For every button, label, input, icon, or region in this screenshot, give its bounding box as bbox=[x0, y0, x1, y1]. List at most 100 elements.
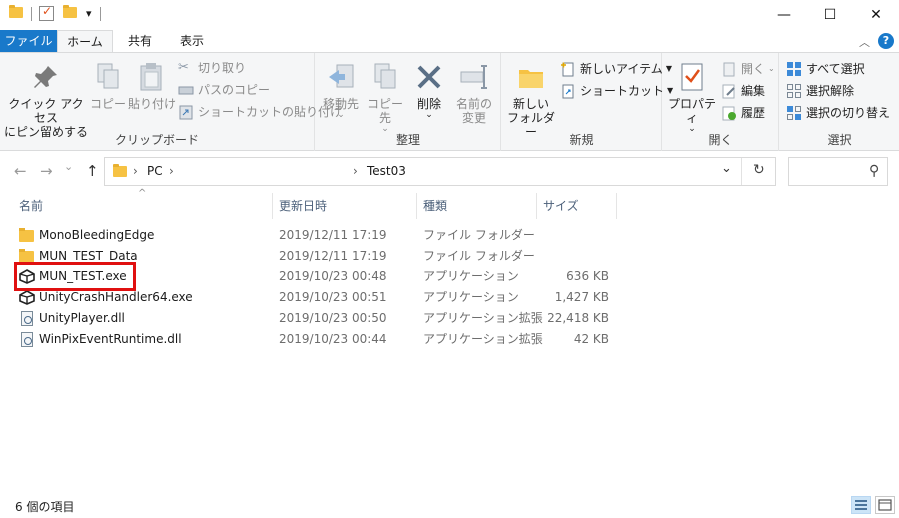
new-item-label: 新しいアイテム bbox=[580, 62, 663, 76]
large-icons-view-button[interactable] bbox=[875, 496, 895, 514]
minimize-button[interactable]: — bbox=[761, 0, 807, 30]
details-view-icon bbox=[855, 500, 867, 510]
paste-shortcut-icon bbox=[178, 104, 194, 120]
easy-access-button[interactable]: ショートカット ▼ bbox=[560, 81, 673, 101]
properties-check-icon[interactable]: ✓ bbox=[39, 4, 54, 21]
invert-selection-label: 選択の切り替え bbox=[806, 106, 891, 120]
file-size: 42 KB bbox=[573, 332, 609, 346]
breadcrumb-sep-1[interactable]: › bbox=[133, 164, 138, 178]
back-button[interactable]: ← bbox=[14, 162, 27, 180]
new-group: 新しい フォルダー 新しいアイテム ▼ ショートカット ▼ 新規 bbox=[502, 53, 673, 151]
select-all-icon bbox=[786, 61, 802, 77]
pin-icon bbox=[30, 61, 62, 93]
delete-button[interactable]: 削除 ⌄ bbox=[412, 57, 446, 120]
new-folder-button[interactable]: 新しい フォルダー bbox=[504, 57, 558, 139]
file-name: UnityPlayer.dll bbox=[39, 311, 125, 325]
breadcrumb-folder[interactable]: Test03 bbox=[367, 164, 406, 178]
clipboard-group-label: クリップボード bbox=[114, 133, 199, 147]
select-all-button[interactable]: すべて選択 bbox=[786, 59, 865, 79]
properties-label: プロパティ bbox=[667, 97, 716, 125]
paste-label: 貼り付け bbox=[128, 97, 177, 111]
history-button[interactable]: 履歴 bbox=[721, 103, 765, 123]
search-icon[interactable]: ⚲ bbox=[869, 163, 879, 179]
copy-path-icon bbox=[178, 82, 194, 98]
title-bar: ✓ ▾ — ☐ ✕ bbox=[0, 0, 899, 30]
file-row[interactable]: MonoBleedingEdge 2019/12/11 17:19 ファイル フ… bbox=[15, 225, 615, 246]
open-group: プロパティ ⌄ 開く ⌄ 編集 履歴 開く bbox=[663, 53, 779, 151]
select-none-icon bbox=[786, 83, 802, 99]
copy-path-label: パスのコピー bbox=[198, 83, 271, 97]
tab-file[interactable]: ファイル bbox=[0, 30, 57, 52]
forward-button[interactable]: → bbox=[40, 162, 53, 180]
help-icon[interactable]: ? bbox=[878, 33, 894, 49]
file-date: 2019/12/11 17:19 bbox=[279, 249, 387, 263]
quick-access-dropdown[interactable]: ▾ bbox=[86, 7, 92, 20]
pin-quick-access-button[interactable]: クイック アクセス にピン留めする bbox=[4, 57, 88, 139]
new-folder-label-1: 新しい bbox=[512, 97, 549, 111]
tab-view[interactable]: 表示 bbox=[170, 30, 214, 52]
open-dropdown-icon: ⌄ bbox=[768, 64, 775, 73]
clipboard-group: クイック アクセス にピン留めする コピー 貼り付け ✂ 切り取り パスのコピー… bbox=[0, 53, 342, 151]
paste-button[interactable]: 貼り付け bbox=[128, 57, 176, 111]
new-folder-icon[interactable] bbox=[63, 5, 77, 18]
collapse-ribbon-icon[interactable]: ︿ bbox=[859, 34, 870, 50]
new-item-icon bbox=[560, 61, 576, 77]
up-button[interactable]: ↑ bbox=[86, 162, 99, 180]
copy-button[interactable]: コピー bbox=[90, 57, 126, 111]
column-header-date[interactable]: 更新日時 bbox=[273, 193, 417, 219]
pin-label-1: クイック アクセス bbox=[8, 97, 84, 125]
rename-icon bbox=[458, 61, 490, 93]
file-date: 2019/10/23 00:51 bbox=[279, 290, 387, 304]
rename-button[interactable]: 名前の 変更 bbox=[452, 57, 496, 125]
large-icons-view-icon bbox=[878, 499, 892, 511]
history-icon bbox=[721, 105, 737, 121]
breadcrumb-pc[interactable]: PC bbox=[147, 164, 163, 178]
copy-to-label: コピー先 bbox=[366, 97, 403, 125]
dll-icon bbox=[19, 332, 35, 347]
shortcut-label: ショートカット bbox=[580, 84, 665, 98]
open-group-label: 開く bbox=[708, 133, 733, 147]
open-button[interactable]: 開く ⌄ bbox=[721, 59, 775, 79]
file-type: アプリケーション拡張 bbox=[423, 332, 543, 346]
invert-selection-button[interactable]: 選択の切り替え bbox=[786, 103, 890, 123]
file-name: MonoBleedingEdge bbox=[39, 228, 155, 242]
cut-label: 切り取り bbox=[198, 61, 247, 75]
cut-button[interactable]: ✂ 切り取り bbox=[178, 58, 246, 78]
column-header-type[interactable]: 種類 bbox=[417, 193, 537, 219]
copy-path-button[interactable]: パスのコピー bbox=[178, 80, 270, 100]
column-header-size[interactable]: サイズ bbox=[537, 193, 617, 219]
copy-to-icon bbox=[369, 61, 401, 93]
select-group-label: 選択 bbox=[827, 133, 852, 147]
select-none-button[interactable]: 選択解除 bbox=[786, 81, 854, 101]
dll-icon bbox=[19, 311, 35, 326]
address-dropdown-button[interactable]: ⌄ bbox=[721, 161, 732, 176]
maximize-button[interactable]: ☐ bbox=[807, 0, 853, 30]
details-view-button[interactable] bbox=[851, 496, 871, 514]
move-to-label: 移動先 bbox=[322, 97, 359, 111]
close-button[interactable]: ✕ bbox=[853, 0, 899, 30]
breadcrumb-sep-3[interactable]: › bbox=[353, 164, 358, 178]
move-to-button[interactable]: 移動先 ⌄ bbox=[320, 57, 362, 120]
file-type: ファイル フォルダー bbox=[423, 249, 535, 263]
copy-to-button[interactable]: コピー先 ⌄ bbox=[364, 57, 406, 134]
refresh-button[interactable]: ↻ bbox=[753, 162, 765, 178]
organize-group-label: 整理 bbox=[395, 133, 420, 147]
edit-button[interactable]: 編集 bbox=[721, 81, 765, 101]
address-folder-icon bbox=[113, 164, 127, 177]
folder-icon bbox=[19, 228, 35, 243]
search-box[interactable]: ⚲ bbox=[788, 157, 888, 186]
select-group: すべて選択 選択解除 選択の切り替え 選択 bbox=[780, 53, 899, 151]
open-label: 開く bbox=[741, 62, 766, 76]
recent-locations-button[interactable]: ⌄ bbox=[64, 160, 73, 173]
edit-label: 編集 bbox=[741, 84, 766, 98]
file-row[interactable]: UnityPlayer.dll 2019/10/23 00:50 アプリケーショ… bbox=[15, 308, 615, 329]
address-bar[interactable]: › PC › › Test03 ⌄ ↻ bbox=[104, 157, 776, 186]
tab-home[interactable]: ホーム bbox=[57, 30, 113, 53]
file-row[interactable]: WinPixEventRuntime.dll 2019/10/23 00:44 … bbox=[15, 329, 615, 350]
tab-share[interactable]: 共有 bbox=[118, 30, 162, 52]
properties-button[interactable]: プロパティ ⌄ bbox=[667, 57, 717, 134]
rename-label-2: 変更 bbox=[461, 111, 486, 125]
new-item-button[interactable]: 新しいアイテム ▼ bbox=[560, 59, 672, 79]
column-header-name[interactable]: 名前 bbox=[13, 193, 273, 219]
breadcrumb-sep-2[interactable]: › bbox=[169, 164, 174, 178]
